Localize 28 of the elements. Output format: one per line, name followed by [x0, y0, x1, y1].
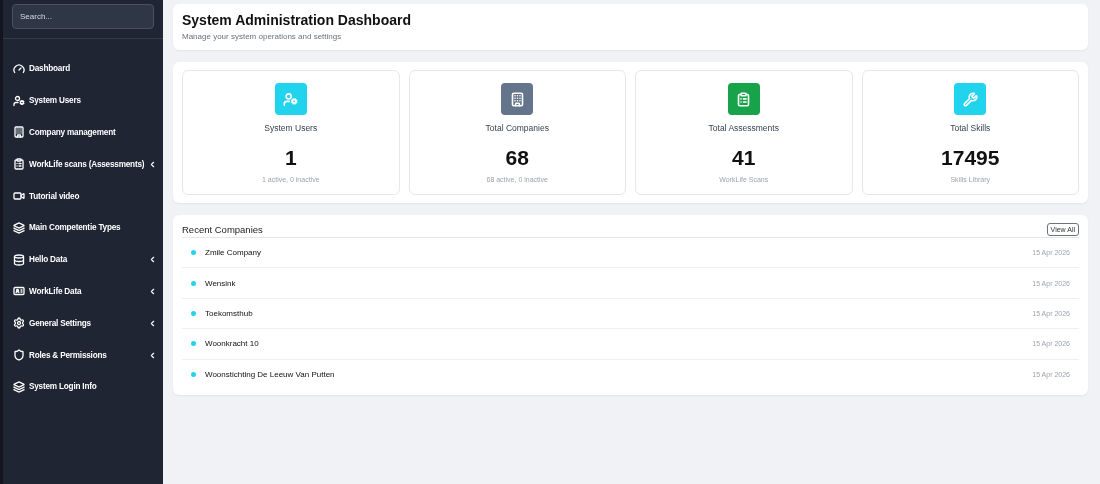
stat-label: Total Companies	[485, 123, 549, 133]
panel-title: Recent Companies	[182, 224, 263, 235]
stat-label: Total Skills	[950, 123, 991, 133]
stat-label: Total Assessments	[708, 123, 779, 133]
company-name: Woonkracht 10	[205, 339, 260, 349]
sidebar-item[interactable]: Roles & Permissions	[13, 339, 163, 371]
company-name: Woonstichting De Leeuw Van Putten	[205, 369, 336, 379]
sidebar-item[interactable]: WorkLife Data	[13, 275, 163, 308]
sidebar-item[interactable]: Main Competentie Types	[13, 212, 163, 244]
sidebar-item[interactable]: Tutorial video	[13, 180, 163, 212]
page-subtitle: Manage your system operations and settings	[182, 32, 343, 41]
sidebar-item[interactable]: Company management	[13, 116, 163, 149]
stat-label: System Users	[264, 123, 318, 133]
stat-value: 17495	[941, 146, 1000, 170]
company-name: Toekomsthub	[205, 308, 254, 318]
stat-value: 1	[284, 146, 297, 170]
stat-value: 68	[505, 146, 529, 170]
sidebar-item[interactable]: Dashboard	[13, 53, 163, 85]
sidebar-item[interactable]: System Login Info	[13, 370, 163, 403]
stat-value: 41	[732, 146, 756, 170]
sidebar-item[interactable]: Hello Data	[13, 243, 163, 276]
sidebar-item[interactable]: WorkLife scans (Assessments)	[13, 148, 163, 181]
sidebar-item[interactable]: System Users	[13, 84, 163, 117]
search-field[interactable]: Search...	[12, 4, 154, 29]
company-name: Zmile Company	[205, 248, 262, 258]
company-name: Wensink	[205, 278, 237, 288]
sidebar-item[interactable]: General Settings	[13, 307, 163, 340]
page-title: System Administration Dashboard	[182, 12, 412, 28]
